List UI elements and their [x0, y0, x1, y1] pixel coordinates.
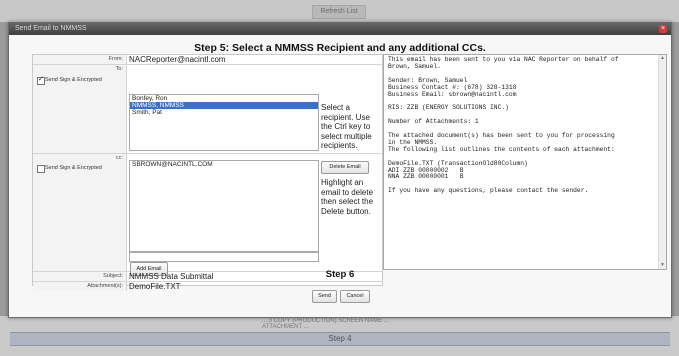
to-sign-encrypt-checkbox[interactable] [37, 75, 45, 85]
to-label: To: [115, 66, 123, 72]
from-label-cell: From: [33, 55, 127, 64]
refresh-list-button[interactable]: Refresh List [312, 5, 366, 19]
email-body-scrollbar[interactable]: ▲ ▼ [658, 55, 666, 269]
step4-label: Step 4 [328, 334, 352, 343]
from-value: NACReporter@nacintl.com [129, 55, 226, 64]
recipient-option-selected[interactable]: NMMSS, NMMSS [130, 102, 318, 109]
close-icon[interactable]: × [659, 25, 667, 33]
from-row: From: NACReporter@nacintl.com [33, 55, 382, 65]
recipient-hint: Select a recipient. Use the Ctrl key to … [321, 103, 372, 150]
email-body-preview[interactable]: This email has been sent to you via NAC … [383, 54, 667, 270]
send-email-dialog: Send Email to NMMSS × Step 5: Select a N… [8, 22, 672, 318]
cc-option[interactable]: SBROWN@NACINTL.COM [130, 161, 318, 168]
cc-row: cc: Send Sign & Encrypted SBROWN@NACINTL… [33, 154, 382, 276]
to-label-cell: To: Send Sign & Encrypted [33, 65, 127, 153]
step6-heading: Step 6 [325, 269, 355, 280]
add-email-input[interactable] [129, 252, 319, 262]
attachments-label-cell: Attachment(s): [33, 282, 127, 291]
recipient-form: From: NACReporter@nacintl.com To: Send S… [32, 54, 383, 291]
email-body-text: This email has been sent to you via NAC … [388, 56, 619, 195]
step4-bar: Step 4 [10, 332, 670, 346]
send-button[interactable]: Send [312, 290, 337, 303]
dialog-title: Send Email to NMMSS [15, 25, 87, 32]
recipient-listbox[interactable]: Bonfey, Ron NMMSS, NMMSS Smith, Pat [129, 94, 319, 151]
step5-heading: Step 5: Select a NMMSS Recipient and any… [194, 42, 486, 54]
cc-hint: Highlight an email to delete then select… [321, 178, 374, 216]
attachments-value: DemoFile.TXT [129, 282, 181, 291]
to-row: To: Send Sign & Encrypted Bonfey, Ron NM… [33, 65, 382, 154]
background-text: ... 3 COPY (PRODUCTION) SCREEN NAME ... … [262, 318, 389, 330]
delete-email-button[interactable]: Delete Email [321, 161, 369, 174]
cc-sign-encrypt-checkbox[interactable] [37, 165, 45, 173]
cc-label: cc: [115, 155, 123, 161]
recipient-option[interactable]: Bonfey, Ron [130, 95, 318, 102]
recipient-option[interactable]: Smith, Pat [130, 109, 318, 116]
cancel-button[interactable]: Cancel [340, 290, 370, 303]
to-sign-encrypt-label: Send Sign & Encrypted [45, 77, 102, 83]
from-label: From: [108, 56, 123, 62]
cc-label-cell: cc: Send Sign & Encrypted [33, 154, 127, 271]
scroll-up-icon[interactable]: ▲ [659, 55, 666, 62]
attachments-label: Attachment(s): [87, 283, 123, 289]
dialog-titlebar[interactable]: Send Email to NMMSS × [9, 23, 671, 35]
scroll-down-icon[interactable]: ▼ [659, 262, 666, 269]
cc-listbox[interactable]: SBROWN@NACINTL.COM [129, 160, 319, 252]
cc-sign-encrypt-label: Send Sign & Encrypted [45, 165, 102, 171]
